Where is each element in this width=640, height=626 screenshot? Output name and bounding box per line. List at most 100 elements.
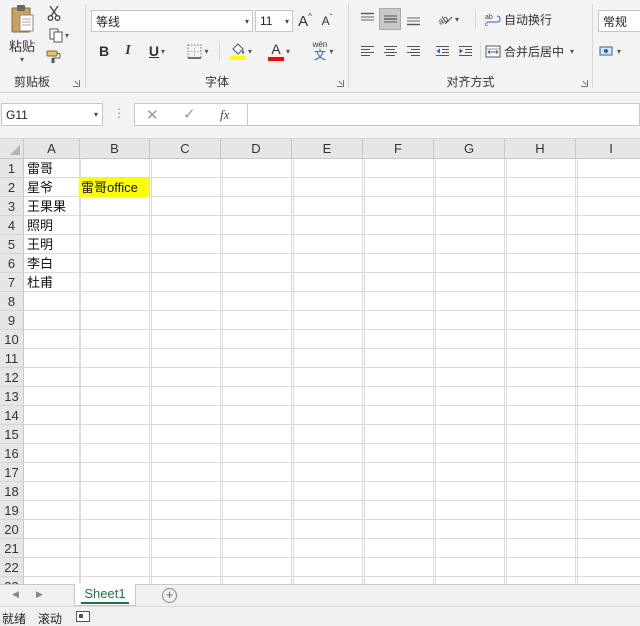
row-header[interactable]: 20 (0, 520, 24, 539)
chevron-down-icon: ▾ (454, 14, 459, 24)
row-header[interactable]: 5 (0, 235, 24, 254)
merge-center-button[interactable]: 合并后居中 ▾ (485, 40, 583, 62)
cell-a3[interactable]: 王果果 (24, 197, 80, 216)
cell-a5[interactable]: 王明 (24, 235, 80, 254)
gridline (433, 159, 434, 584)
row-header[interactable]: 22 (0, 558, 24, 577)
row-header[interactable]: 3 (0, 197, 24, 216)
divider (475, 10, 476, 28)
select-all-corner[interactable] (0, 139, 24, 159)
font-color-button[interactable]: A ▾ (262, 40, 296, 62)
dialog-launcher-icon[interactable] (581, 80, 588, 87)
decrease-font-button[interactable]: Aˇ (317, 10, 337, 32)
currency-icon (599, 46, 613, 55)
cell-a6[interactable]: 李白 (24, 254, 80, 273)
row-header[interactable]: 7 (0, 273, 24, 292)
chevron-down-icon: ▾ (285, 46, 290, 56)
middle-align-button[interactable] (379, 8, 401, 30)
macro-record-icon[interactable] (76, 611, 90, 622)
row-header[interactable]: 6 (0, 254, 24, 273)
formula-buttons: ✕ ✓ fx (134, 103, 247, 126)
cell-a4[interactable]: 照明 (24, 216, 80, 235)
row-header[interactable]: 17 (0, 463, 24, 482)
row-header[interactable]: 21 (0, 539, 24, 558)
sheet-tab-sheet1[interactable]: Sheet1 (74, 584, 136, 606)
row-header[interactable]: 2 (0, 178, 24, 197)
column-header-d[interactable]: D (221, 139, 292, 159)
cell-b2[interactable]: 雷哥office (79, 178, 149, 197)
row-header[interactable]: 11 (0, 349, 24, 368)
bold-button[interactable]: B (94, 40, 114, 62)
formula-input[interactable] (247, 103, 640, 126)
column-header-i[interactable]: I (576, 139, 640, 159)
align-right-button[interactable] (402, 40, 424, 62)
row-header[interactable]: 10 (0, 330, 24, 349)
chevron-down-icon: ▾ (329, 46, 334, 56)
row-header[interactable]: 4 (0, 216, 24, 235)
decrease-indent-button[interactable] (431, 40, 453, 62)
borders-button[interactable]: ▾ (182, 40, 214, 62)
font-size-combo[interactable]: 11 ▾ (255, 10, 293, 32)
column-header-a[interactable]: A (24, 139, 80, 159)
underline-button[interactable]: U ▾ (142, 40, 172, 62)
name-box[interactable]: G11 ▾ (1, 103, 103, 126)
more-options-icon[interactable]: ⋮ (113, 106, 125, 120)
align-left-button[interactable] (356, 40, 378, 62)
column-header-f[interactable]: F (363, 139, 434, 159)
orientation-button[interactable]: ab ▾ (433, 8, 463, 30)
number-format-combo[interactable]: 常规 (598, 10, 640, 32)
column-header-b[interactable]: B (80, 139, 150, 159)
row-header[interactable]: 13 (0, 387, 24, 406)
cell-a1[interactable]: 雷哥 (24, 159, 80, 178)
font-name-combo[interactable]: 等线 ▾ (91, 10, 253, 32)
italic-button[interactable]: I (118, 40, 138, 62)
row-header[interactable]: 15 (0, 425, 24, 444)
check-icon[interactable]: ✓ (183, 105, 196, 123)
copy-button[interactable]: ▾ (44, 26, 74, 44)
row-header[interactable]: 8 (0, 292, 24, 311)
insert-function-icon[interactable]: fx (220, 107, 229, 123)
column-header-c[interactable]: C (150, 139, 221, 159)
row-header[interactable]: 16 (0, 444, 24, 463)
number-group: 常规 ▾ (593, 0, 640, 93)
cell-a2[interactable]: 星爷 (24, 178, 80, 197)
cancel-icon[interactable]: ✕ (146, 106, 159, 124)
phonetic-button[interactable]: wén 文 ▾ (304, 38, 342, 64)
svg-text:ab: ab (485, 14, 493, 21)
column-header-e[interactable]: E (292, 139, 363, 159)
row-header[interactable]: 14 (0, 406, 24, 425)
prev-sheet-icon[interactable]: ◀ (12, 589, 19, 600)
indent-icon (458, 45, 472, 56)
fill-color-button[interactable]: ▾ (224, 40, 258, 62)
row-header[interactable]: 23 (0, 577, 24, 584)
cut-button[interactable] (44, 4, 64, 22)
bottom-align-button[interactable] (402, 8, 424, 30)
cell-a7[interactable]: 杜甫 (24, 273, 80, 292)
accounting-format-button[interactable]: ▾ (599, 40, 633, 62)
wrap-text-button[interactable]: ab c 自动换行 (485, 8, 557, 30)
font-group-label: 字体 (204, 75, 229, 89)
row-header[interactable]: 18 (0, 482, 24, 501)
dialog-launcher-icon[interactable] (337, 80, 344, 87)
next-sheet-icon[interactable]: ▶ (36, 589, 43, 600)
gridline (149, 159, 150, 584)
clipboard-group-label: 剪贴板 (14, 75, 51, 89)
dialog-launcher-icon[interactable] (73, 80, 80, 87)
column-header-g[interactable]: G (434, 139, 505, 159)
cell-area[interactable] (24, 159, 640, 584)
add-sheet-icon[interactable]: + (162, 588, 177, 603)
align-center-button[interactable] (379, 40, 401, 62)
increase-font-button[interactable]: A ^ (295, 10, 315, 32)
top-align-button[interactable] (356, 8, 378, 30)
increase-indent-button[interactable] (454, 40, 476, 62)
row-header[interactable]: 19 (0, 501, 24, 520)
paste-button[interactable]: 粘贴 ▾ (4, 4, 40, 64)
clipboard-group: 粘贴 ▾ ▾ 剪贴板 (0, 0, 84, 93)
wrap-text-label: 自动换行 (504, 12, 553, 27)
column-header-h[interactable]: H (505, 139, 576, 159)
row-header[interactable]: 12 (0, 368, 24, 387)
clipboard-icon (9, 4, 35, 34)
format-painter-button[interactable] (44, 48, 64, 66)
row-header[interactable]: 9 (0, 311, 24, 330)
row-header[interactable]: 1 (0, 159, 24, 178)
